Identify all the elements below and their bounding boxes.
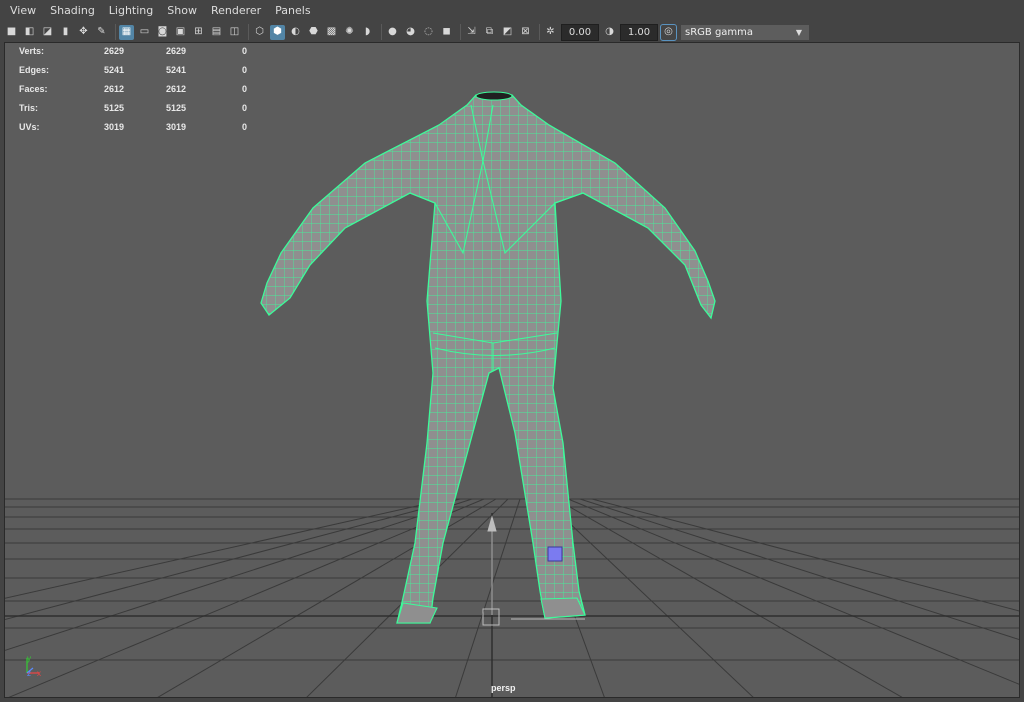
gamma-icon[interactable]: ◑ [602, 25, 617, 40]
hud-value: 0 [242, 122, 248, 132]
hud-row-faces: Faces: 2612 2612 0 [19, 80, 272, 99]
camera-attributes-icon[interactable]: ◧ [22, 25, 37, 40]
wireframe-icon[interactable]: ⬡ [252, 25, 267, 40]
shadows-icon[interactable]: ◗ [360, 25, 375, 40]
multisample-aa-icon[interactable]: ◌ [421, 25, 436, 40]
wireframe-on-shaded-icon[interactable]: ⬣ [306, 25, 321, 40]
menu-lighting[interactable]: Lighting [102, 0, 160, 22]
hud-value: 3019 [166, 122, 187, 132]
camera-name-label: persp [491, 683, 516, 693]
color-management-icon[interactable]: ◎ [660, 23, 677, 41]
hud-value: 3019 [104, 122, 125, 132]
view-transform-value: sRGB gamma [685, 26, 754, 38]
poly-count-hud: Verts: 2629 2629 0 Edges: 5241 5241 0 Fa… [19, 43, 272, 137]
exposure-icon[interactable]: ✲ [543, 25, 558, 40]
grid-toggle-icon[interactable]: ▦ [119, 24, 134, 40]
ground-grid [5, 498, 1019, 697]
view-transform-dropdown[interactable]: sRGB gamma ▼ [681, 24, 809, 40]
xray-active-components-icon[interactable]: ◩ [500, 25, 515, 40]
scene-canvas [5, 91, 1019, 697]
hud-label: Verts: [19, 46, 45, 56]
xray-joints-icon[interactable]: ⊠ [518, 25, 533, 40]
hud-label: Edges: [19, 65, 50, 75]
toolbar-divider [248, 24, 249, 40]
panel-menu-bar: View Shading Lighting Show Renderer Pane… [0, 0, 1024, 22]
hud-value: 2629 [104, 46, 125, 56]
menu-show[interactable]: Show [160, 0, 204, 22]
isolate-select-icon[interactable]: ⇲ [464, 25, 479, 40]
axis-label-y: y [27, 654, 31, 663]
hud-label: Faces: [19, 84, 48, 94]
hud-row-edges: Edges: 5241 5241 0 [19, 61, 272, 80]
toolbar-divider [115, 24, 116, 40]
hud-value: 5241 [104, 65, 125, 75]
menu-panels[interactable]: Panels [268, 0, 317, 22]
menu-renderer[interactable]: Renderer [204, 0, 268, 22]
hud-value: 0 [242, 65, 248, 75]
gamma-field[interactable]: 1.00 [620, 23, 658, 41]
textured-icon[interactable]: ▩ [324, 25, 339, 40]
toolbar-divider [460, 24, 461, 40]
screen-space-ao-icon[interactable]: ● [385, 25, 400, 40]
resolution-gate-icon[interactable]: ◙ [155, 25, 170, 40]
hud-value: 5241 [166, 65, 187, 75]
hud-row-tris: Tris: 5125 5125 0 [19, 99, 272, 118]
use-all-lights-icon[interactable]: ✺ [342, 25, 357, 40]
film-gate-icon[interactable]: ▭ [137, 25, 152, 40]
hud-value: 0 [242, 84, 248, 94]
hud-value: 2612 [166, 84, 187, 94]
toolbar-divider [381, 24, 382, 40]
menu-shading[interactable]: Shading [43, 0, 102, 22]
xray-icon[interactable]: ⧉ [482, 25, 497, 40]
smooth-shade-icon[interactable]: ⬢ [270, 24, 285, 40]
maya-viewport-panel: View Shading Lighting Show Renderer Pane… [0, 0, 1024, 702]
menu-view[interactable]: View [0, 0, 43, 22]
bookmark-camera-icon[interactable]: ◪ [40, 25, 55, 40]
select-camera-icon[interactable]: ■ [4, 25, 19, 40]
hud-value: 2629 [166, 46, 187, 56]
gate-mask-icon[interactable]: ▣ [173, 25, 188, 40]
toolbar-divider [539, 24, 540, 40]
hud-value: 2612 [104, 84, 125, 94]
motion-blur-icon[interactable]: ◕ [403, 25, 418, 40]
selected-component [547, 546, 563, 562]
hud-value: 5125 [104, 103, 125, 113]
axis-label-x: x [37, 669, 41, 678]
exposure-field[interactable]: 0.00 [561, 23, 599, 41]
hud-value: 0 [242, 103, 248, 113]
field-chart-icon[interactable]: ⊞ [191, 25, 206, 40]
safe-action-icon[interactable]: ▤ [209, 25, 224, 40]
image-plane-icon[interactable]: ▮ [58, 25, 73, 40]
axis-label-z: z [27, 669, 31, 678]
safe-title-icon[interactable]: ◫ [227, 25, 242, 40]
hud-row-verts: Verts: 2629 2629 0 [19, 43, 272, 61]
hud-row-uvs: UVs: 3019 3019 0 [19, 118, 272, 137]
hud-value: 5125 [166, 103, 187, 113]
chevron-down-icon[interactable]: ▼ [792, 25, 806, 40]
panel-toolbar: ■ ◧ ◪ ▮ ✥ ✎ ▦ ▭ ◙ ▣ ⊞ ▤ ◫ ⬡ ⬢ ◐ ⬣ ▩ ✺ ◗ … [0, 22, 1024, 42]
hud-label: Tris: [19, 103, 39, 113]
depth-of-field-icon[interactable]: ◼ [439, 25, 454, 40]
hud-value: 0 [242, 46, 248, 56]
3d-viewport[interactable]: Verts: 2629 2629 0 Edges: 5241 5241 0 Fa… [4, 42, 1020, 698]
grease-pencil-icon[interactable]: ✎ [94, 25, 109, 40]
hud-label: UVs: [19, 122, 40, 132]
2d-pan-zoom-icon[interactable]: ✥ [76, 25, 91, 40]
default-material-icon[interactable]: ◐ [288, 25, 303, 40]
